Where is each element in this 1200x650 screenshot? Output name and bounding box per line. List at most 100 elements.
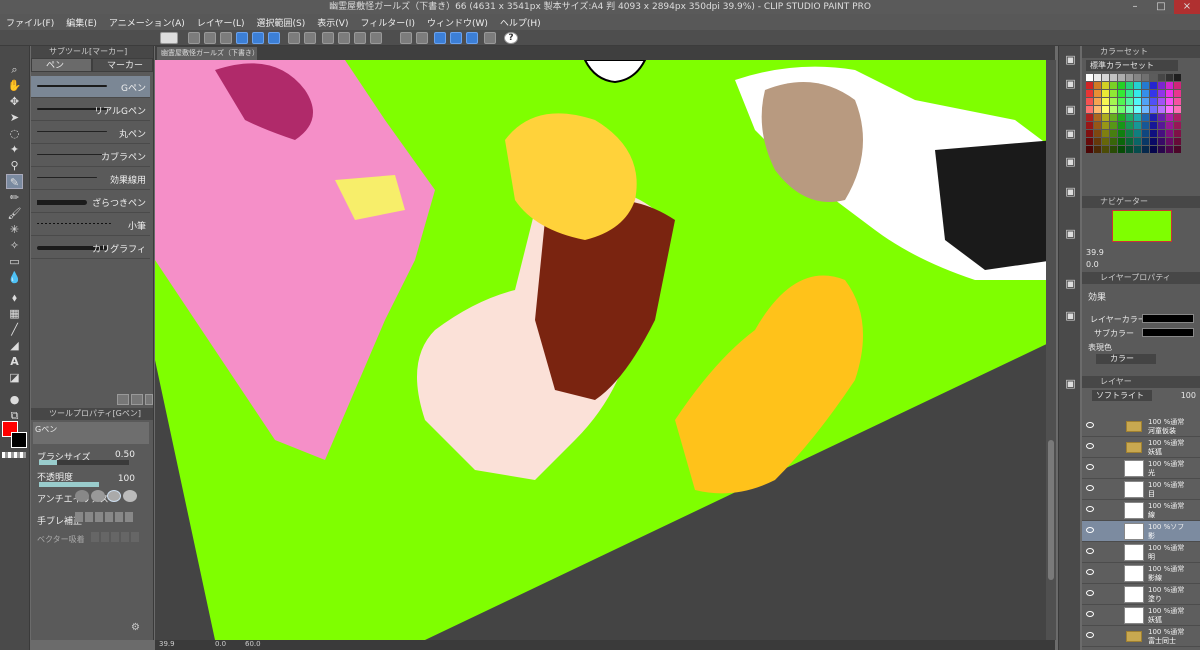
- color-swatch[interactable]: [1086, 122, 1093, 129]
- color-swatch[interactable]: [1118, 122, 1125, 129]
- antialias-strong[interactable]: [123, 490, 137, 502]
- layer-row[interactable]: 100 %通常 妖狐: [1082, 605, 1200, 626]
- eye-icon[interactable]: [1086, 443, 1094, 449]
- color-swatch[interactable]: [1142, 90, 1149, 97]
- color-swatch[interactable]: [1166, 74, 1173, 81]
- gear-icon[interactable]: ⚙: [131, 622, 143, 633]
- airbrush-icon[interactable]: ✳: [6, 222, 23, 237]
- color-swatch[interactable]: [1102, 74, 1109, 81]
- redo-icon[interactable]: [304, 32, 316, 44]
- balloon-tool-icon[interactable]: ◪: [6, 370, 23, 385]
- color-swatch[interactable]: [1134, 106, 1141, 113]
- snap-grid-icon[interactable]: [450, 32, 462, 44]
- color-swatch[interactable]: [1134, 74, 1141, 81]
- brush-item[interactable]: ざらつきペン: [31, 191, 150, 213]
- color-swatch[interactable]: [1150, 98, 1157, 105]
- panel-icon[interactable]: ▣: [1062, 154, 1079, 169]
- menu-window[interactable]: ウィンドウ(W): [421, 16, 494, 29]
- scrollbar-thumb[interactable]: [1048, 440, 1054, 580]
- layer-row[interactable]: 100 %通常線: [1082, 500, 1200, 521]
- color-swatch[interactable]: [1126, 138, 1133, 145]
- navigator-rotate[interactable]: 0.0: [1086, 260, 1099, 269]
- color-swatch[interactable]: [1174, 122, 1181, 129]
- color-swatch[interactable]: [1174, 74, 1181, 81]
- color-swatch[interactable]: [1110, 90, 1117, 97]
- color-swatch[interactable]: [1158, 130, 1165, 137]
- color-swatch[interactable]: [1158, 90, 1165, 97]
- color-swatch[interactable]: [1118, 138, 1125, 145]
- layer-opacity-value[interactable]: 100: [1181, 391, 1196, 400]
- clip-studio-icon[interactable]: [160, 32, 178, 44]
- color-swatch[interactable]: [1118, 146, 1125, 153]
- color-swatch[interactable]: [1086, 98, 1093, 105]
- color-swatch[interactable]: [1118, 130, 1125, 137]
- color-swatch[interactable]: [1102, 98, 1109, 105]
- color-swatch[interactable]: [1094, 122, 1101, 129]
- color-swatch[interactable]: [1102, 122, 1109, 129]
- brush-item[interactable]: カブラペン: [31, 145, 150, 167]
- figure-tool-icon[interactable]: ╱: [6, 322, 23, 337]
- zoom-tool-icon[interactable]: ⌕: [6, 62, 23, 77]
- color-swatch[interactable]: [1166, 90, 1173, 97]
- color-swatch[interactable]: [1166, 106, 1173, 113]
- help-icon[interactable]: ?: [504, 32, 518, 44]
- color-swatch[interactable]: [1110, 130, 1117, 137]
- close-button[interactable]: ×: [1174, 0, 1200, 14]
- color-swatch[interactable]: [1102, 130, 1109, 137]
- color-swatch[interactable]: [1134, 90, 1141, 97]
- layer-color-swatch[interactable]: [1142, 314, 1194, 323]
- color-swatch[interactable]: [1150, 122, 1157, 129]
- color-swatch[interactable]: [1118, 90, 1125, 97]
- export-2-icon[interactable]: [252, 32, 264, 44]
- angle-value[interactable]: 0.0: [215, 640, 226, 648]
- color-swatch[interactable]: [1126, 122, 1133, 129]
- opacity-slider[interactable]: [39, 482, 99, 487]
- color-swatch[interactable]: [1150, 130, 1157, 137]
- brush-item[interactable]: 丸ペン: [31, 122, 150, 144]
- antialias-weak[interactable]: [91, 490, 105, 502]
- export-3-icon[interactable]: [268, 32, 280, 44]
- color-swatch[interactable]: [1150, 138, 1157, 145]
- menu-layer[interactable]: レイヤー(L): [191, 16, 251, 29]
- color-swatch[interactable]: [1086, 114, 1093, 121]
- color-swatch[interactable]: [1150, 74, 1157, 81]
- color-swatch[interactable]: [1094, 146, 1101, 153]
- color-swatch[interactable]: [1102, 138, 1109, 145]
- ruler-icon[interactable]: [416, 32, 428, 44]
- color-swatch[interactable]: [1134, 82, 1141, 89]
- opacity-value[interactable]: 100: [118, 474, 135, 484]
- eyedropper-icon[interactable]: ⚲: [6, 158, 23, 173]
- color-swatch[interactable]: [1094, 114, 1101, 121]
- cap-icon[interactable]: [484, 32, 496, 44]
- color-swatch[interactable]: [1086, 90, 1093, 97]
- panel-icon[interactable]: ▣: [1062, 276, 1079, 291]
- color-swatch[interactable]: [1166, 122, 1173, 129]
- minimize-button[interactable]: –: [1122, 0, 1148, 14]
- panel-icon[interactable]: ▣: [1062, 52, 1079, 67]
- vertical-scrollbar[interactable]: [1046, 60, 1056, 640]
- color-swatch[interactable]: [1174, 90, 1181, 97]
- move-tool-icon[interactable]: ✥: [6, 94, 23, 109]
- color-swatch[interactable]: [1158, 106, 1165, 113]
- sub-color-swatch-layer[interactable]: [1142, 328, 1194, 337]
- color-swatch[interactable]: [1110, 146, 1117, 153]
- eye-icon[interactable]: [1086, 422, 1094, 428]
- eye-icon[interactable]: [1086, 632, 1094, 638]
- color-swatch-grid[interactable]: [1086, 74, 1186, 164]
- undo-icon[interactable]: [288, 32, 300, 44]
- brush-item[interactable]: 小筆: [31, 214, 150, 236]
- color-swatch[interactable]: [1102, 106, 1109, 113]
- snap-icon[interactable]: [400, 32, 412, 44]
- color-swatch[interactable]: [1134, 122, 1141, 129]
- snap-perspective-icon[interactable]: [466, 32, 478, 44]
- snap-ruler-icon[interactable]: [434, 32, 446, 44]
- eye-icon[interactable]: [1086, 590, 1094, 596]
- layer-row[interactable]: 100 %通常 影線: [1082, 563, 1200, 584]
- navigator-preview[interactable]: [1112, 210, 1172, 242]
- panel-icon[interactable]: ▣: [1062, 126, 1079, 141]
- menu-file[interactable]: ファイル(F): [0, 16, 60, 29]
- color-swatch[interactable]: [1126, 90, 1133, 97]
- eye-icon[interactable]: [1086, 527, 1094, 533]
- color-swatch[interactable]: [1134, 146, 1141, 153]
- color-swatch[interactable]: [1094, 138, 1101, 145]
